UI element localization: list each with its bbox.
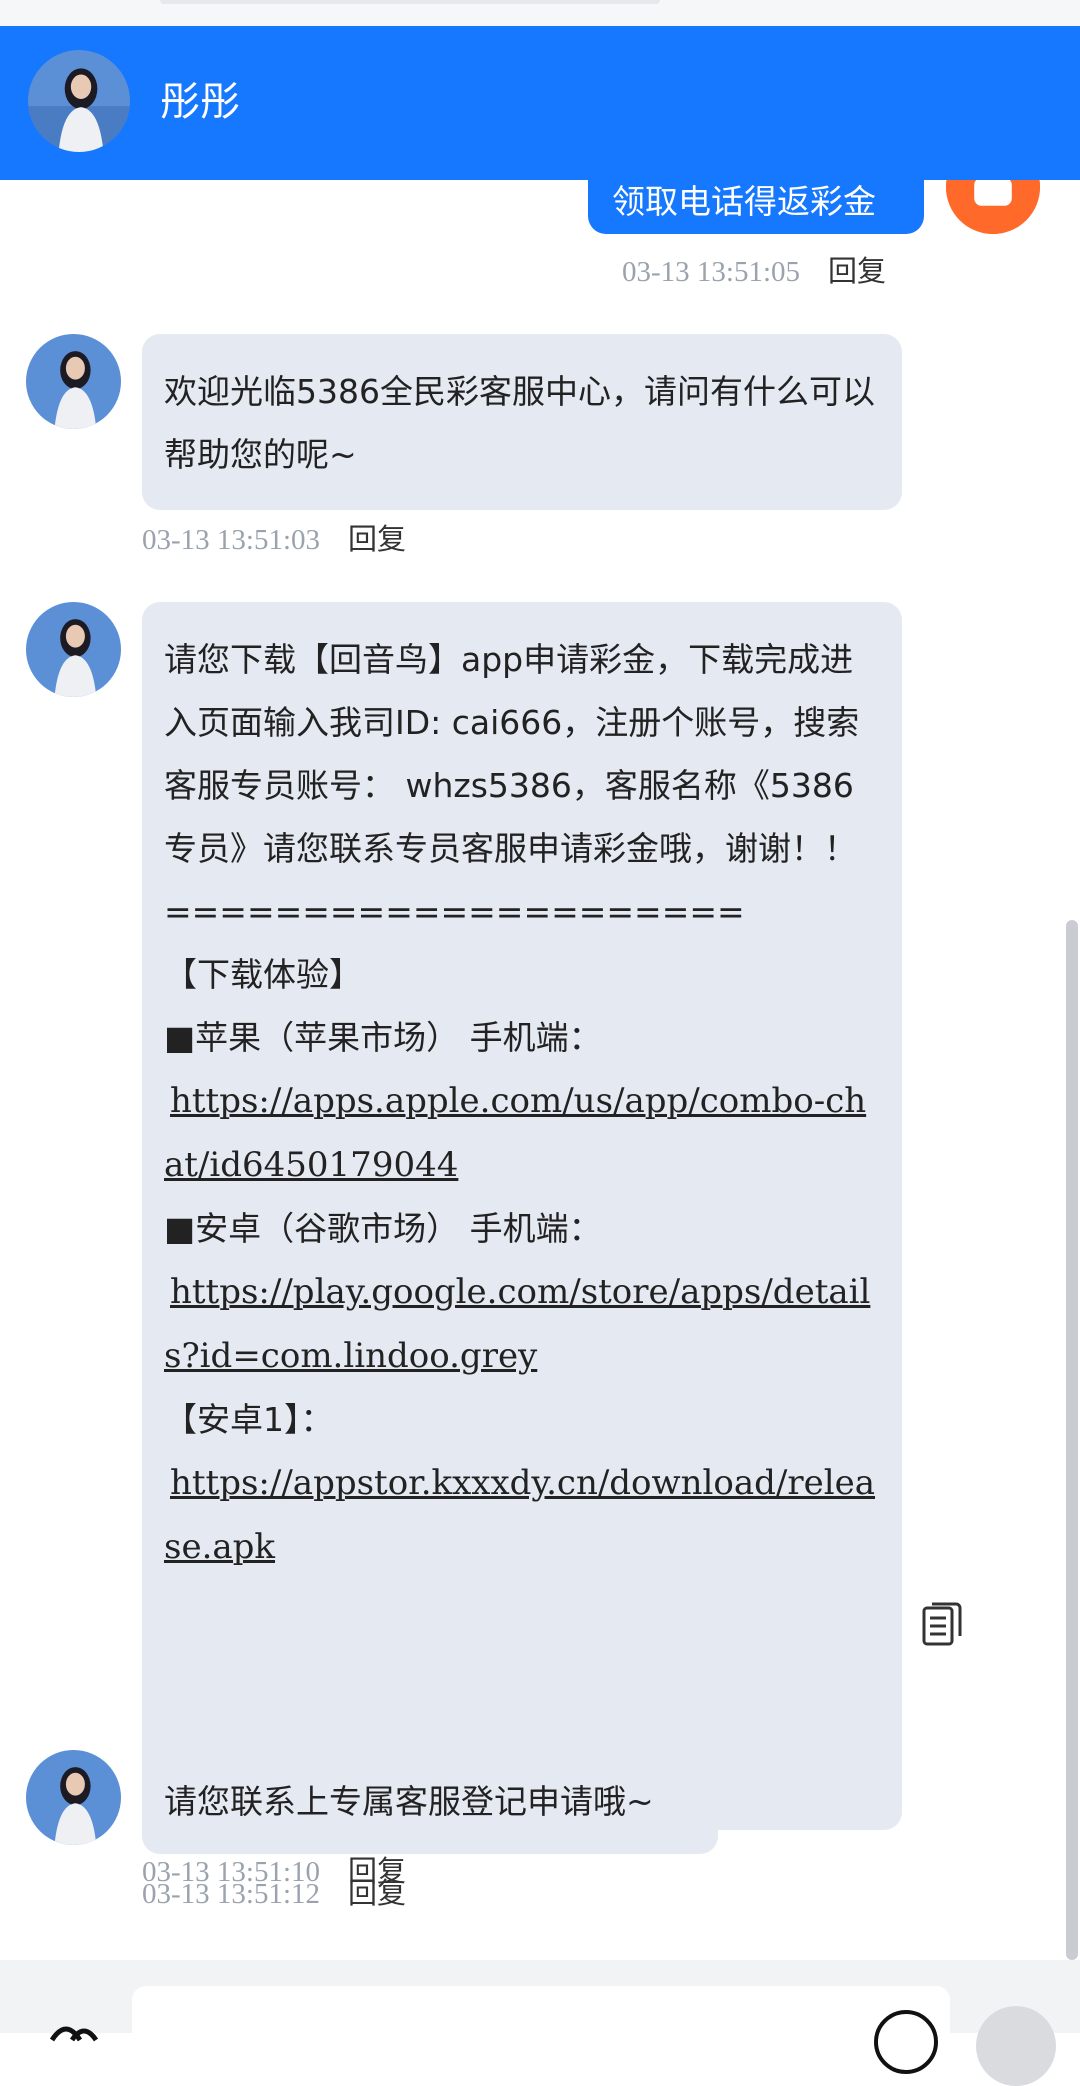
message-input[interactable] [132, 1986, 950, 2056]
top-strip [0, 0, 1080, 26]
agent-message-bubble[interactable]: 欢迎光临5386全民彩客服中心，请问有什么可以帮助您的呢~ [142, 334, 902, 510]
message-meta: 03-13 13:51:12 回复 [142, 1870, 406, 1912]
agent-message-bubble[interactable]: 请您联系上专属客服登记申请哦~ [142, 1750, 718, 1854]
message-text: 欢迎光临5386全民彩客服中心，请问有什么可以帮助您的呢~ [164, 372, 875, 474]
message-list[interactable]: 领取电话得返彩金 03-13 13:51:05 回复 欢迎光临5386全民彩客服中… [0, 180, 1080, 1960]
message-meta: 03-13 13:51:03 回复 [142, 516, 406, 558]
plus-icon[interactable] [976, 2006, 1056, 2086]
reply-button[interactable]: 回复 [828, 254, 886, 288]
user-message-text: 领取电话得返彩金 [612, 182, 876, 221]
message-time: 03-13 13:51:03 [142, 524, 321, 556]
reply-button[interactable]: 回复 [348, 522, 406, 556]
message-time: 03-13 13:51:12 [142, 1878, 321, 1910]
apple-label: ■苹果（苹果市场） 手机端： [164, 1018, 602, 1057]
input-bar [0, 1960, 1080, 2086]
message-meta: 03-13 13:51:05 回复 [622, 248, 886, 290]
message-text: 请您联系上专属客服登记申请哦~ [164, 1782, 654, 1821]
separator-line: ===================== [164, 892, 745, 931]
apple-download-link[interactable]: https://apps.apple.com/us/app/combo-chat… [164, 1081, 866, 1185]
contact-name: 彤彤 [160, 79, 240, 125]
section-title: 【下载体验】 [164, 955, 362, 994]
scrollbar[interactable] [1066, 920, 1078, 1960]
agent-avatar[interactable] [26, 334, 121, 429]
android1-label: 【安卓1】： [164, 1400, 334, 1439]
android-label: ■安卓（谷歌市场） 手机端： [164, 1209, 602, 1248]
emoji-icon[interactable] [874, 2010, 938, 2074]
agent-avatar[interactable] [26, 1750, 121, 1845]
user-avatar [946, 180, 1040, 234]
message-text: 请您下载【回音鸟】app申请彩金，下载完成进入页面输入我司ID: cai666，… [164, 640, 860, 868]
android1-download-link[interactable]: https://appstor.kxxxdy.cn/download/relea… [164, 1463, 875, 1567]
message-time: 03-13 13:51:05 [622, 256, 801, 288]
top-handle [160, 0, 660, 4]
voice-icon[interactable] [46, 2012, 106, 2042]
agent-avatar[interactable] [26, 602, 121, 697]
chat-header: 彤彤 [0, 26, 1080, 180]
reply-button[interactable]: 回复 [348, 1876, 406, 1910]
contact-avatar[interactable] [28, 50, 130, 152]
user-message-bubble[interactable]: 领取电话得返彩金 [588, 180, 924, 234]
copy-icon[interactable] [922, 1602, 962, 1646]
agent-message-bubble[interactable]: 请您下载【回音鸟】app申请彩金，下载完成进入页面输入我司ID: cai666，… [142, 602, 902, 1830]
android-download-link[interactable]: https://play.google.com/store/apps/detai… [164, 1272, 870, 1376]
